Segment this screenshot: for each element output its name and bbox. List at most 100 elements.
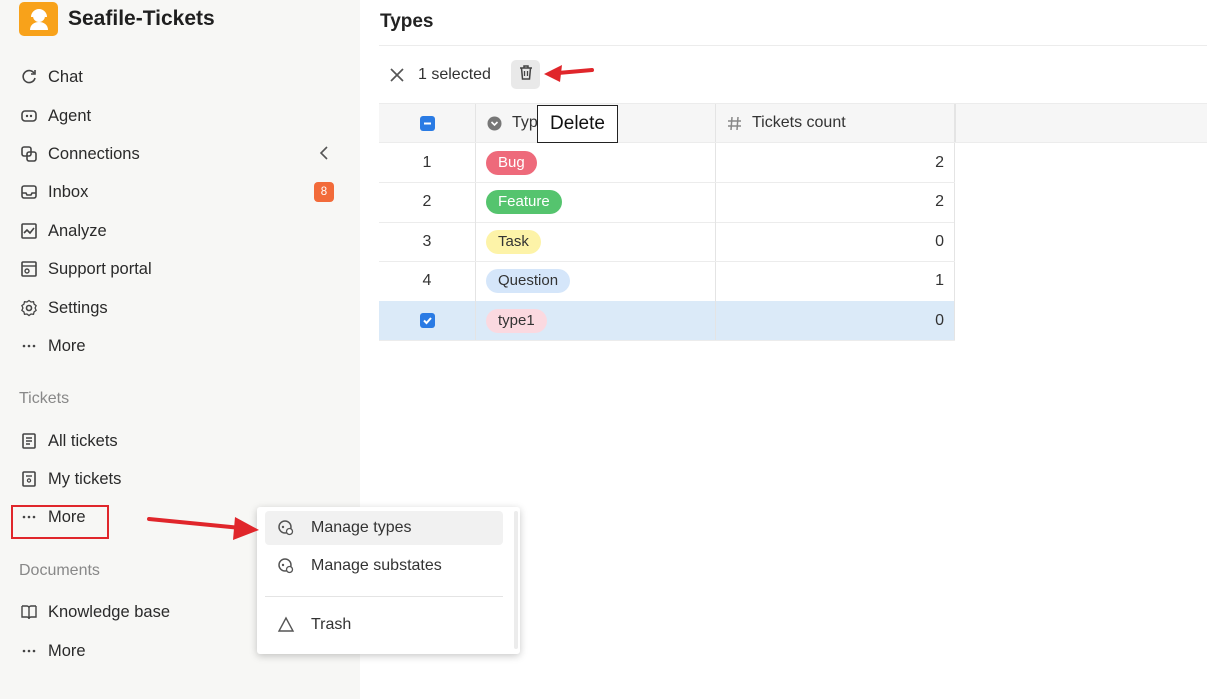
row-index-cell[interactable] [379,301,475,340]
type-tag: type1 [486,308,547,333]
menu-divider [265,596,503,597]
row-index: 3 [422,232,432,250]
book-icon [19,602,39,622]
inbox-count-badge: 8 [314,182,334,202]
tickets-count-cell[interactable]: 1 [715,261,955,301]
sidebar-item-analyze[interactable]: Analyze [19,217,337,245]
sidebar-item-more[interactable]: More [19,332,337,360]
row-index: 4 [422,272,432,289]
divider [379,45,1207,46]
sidebar-item-inbox[interactable]: Inbox 8 [19,178,337,206]
sidebar-item-all-tickets[interactable]: All tickets [19,427,337,455]
sidebar-item-chat[interactable]: Chat [19,63,337,91]
type-cell[interactable]: Feature [475,182,715,222]
table-row[interactable]: 2 Feature 2 [379,182,955,223]
app-title: Seafile-Tickets [68,7,215,30]
table-header-row: Type Tickets count [379,103,1207,143]
app-logo-icon [19,2,58,36]
selected-count: 1 selected [418,66,491,83]
sidebar-item-label: Settings [48,298,108,317]
app-header: Seafile-Tickets [19,2,215,36]
gear-icon [19,298,39,318]
sidebar-item-label: Chat [48,67,83,86]
column-header-label: Tickets count [752,114,846,131]
menu-item-manage-types[interactable]: Manage types [265,511,503,545]
more-highlight-annotation [11,505,109,539]
sidebar-item-label: More [48,641,86,660]
menu-item-manage-substates[interactable]: Manage substates [265,549,503,583]
type-cell[interactable]: Task [475,222,715,261]
page-title: Types [380,11,434,32]
sidebar-item-connections[interactable]: Connections [19,140,337,168]
documents-section-label: Documents [19,562,100,579]
sidebar-item-label: All tickets [48,431,118,450]
sidebar-item-support-portal[interactable]: Support portal [19,255,337,283]
menu-item-label: Manage substates [311,557,442,574]
chat-icon [19,67,39,87]
link-icon [19,144,39,164]
sidebar-item-label: More [48,336,86,355]
table-row[interactable]: 3 Task 0 [379,222,955,262]
row-index-cell[interactable]: 3 [379,222,475,261]
delete-tooltip: Delete [537,105,618,143]
type-tag: Task [486,229,541,254]
robot-icon [19,106,39,126]
portal-icon [19,259,39,279]
number-icon [726,115,742,131]
type-tag: Question [486,269,571,293]
sidebar-item-label: Connections [48,144,140,163]
row-checkbox[interactable] [419,313,435,328]
trash-icon [518,64,534,86]
sidebar-item-label: Knowledge base [48,602,171,621]
row-index-cell[interactable]: 1 [379,143,475,182]
sidebar-item-my-tickets[interactable]: My tickets [19,465,337,493]
menu-scrollbar[interactable] [514,511,518,649]
chart-icon [19,221,39,241]
type-cell[interactable]: type1 [475,301,715,340]
sidebar-item-agent[interactable]: Agent [19,102,337,130]
menu-item-label: Trash [311,616,352,633]
arrow-to-menu-annotation [147,517,259,540]
table-row[interactable]: type1 0 [379,301,955,341]
row-index-cell[interactable]: 4 [379,262,475,301]
sidebar-item-label: Analyze [48,221,107,240]
inbox-icon [19,182,39,202]
column-header-tickets-count[interactable]: Tickets count [715,104,955,142]
type-tag: Feature [486,190,562,214]
delete-button[interactable] [511,60,540,89]
tickets-count-cell[interactable]: 0 [715,222,955,261]
type-cell[interactable]: Bug [475,143,715,182]
type-cell[interactable]: Question [475,261,715,301]
dots-icon [19,336,39,356]
table-row[interactable]: 1 Bug 2 [379,143,955,183]
more-dropdown-menu: Manage types Manage substates Trash [257,507,520,654]
list-icon [19,431,39,451]
tickets-count-cell[interactable]: 2 [715,182,955,222]
substate-settings-icon [277,557,295,575]
menu-item-trash[interactable]: Trash [265,608,503,642]
dots-icon [19,641,39,661]
menu-item-label: Manage types [311,519,412,536]
select-all-checkbox[interactable] [419,115,435,131]
sidebar-item-label: My tickets [48,469,122,488]
chevron-left-icon[interactable] [319,146,329,163]
type-settings-icon [277,519,295,537]
tickets-section-label: Tickets [19,390,70,407]
row-index: 2 [422,193,432,210]
single-select-icon [486,115,502,131]
sidebar-item-label: Support portal [48,259,152,278]
table-row[interactable]: 4 Question 1 [379,261,955,302]
select-all-cell[interactable] [379,104,475,142]
sidebar-item-label: Agent [48,106,92,125]
column-header-empty [955,104,1207,142]
recycle-icon [277,616,295,634]
tickets-count-cell[interactable]: 2 [715,143,955,182]
row-index-cell[interactable]: 2 [379,183,475,222]
arrow-to-delete-annotation [544,65,594,82]
row-index: 1 [422,153,432,171]
tickets-count-cell[interactable]: 0 [715,301,955,340]
sidebar-item-label: Inbox [48,182,89,201]
close-icon[interactable] [386,64,408,86]
sidebar-item-settings[interactable]: Settings [19,294,337,322]
user-list-icon [19,469,39,489]
